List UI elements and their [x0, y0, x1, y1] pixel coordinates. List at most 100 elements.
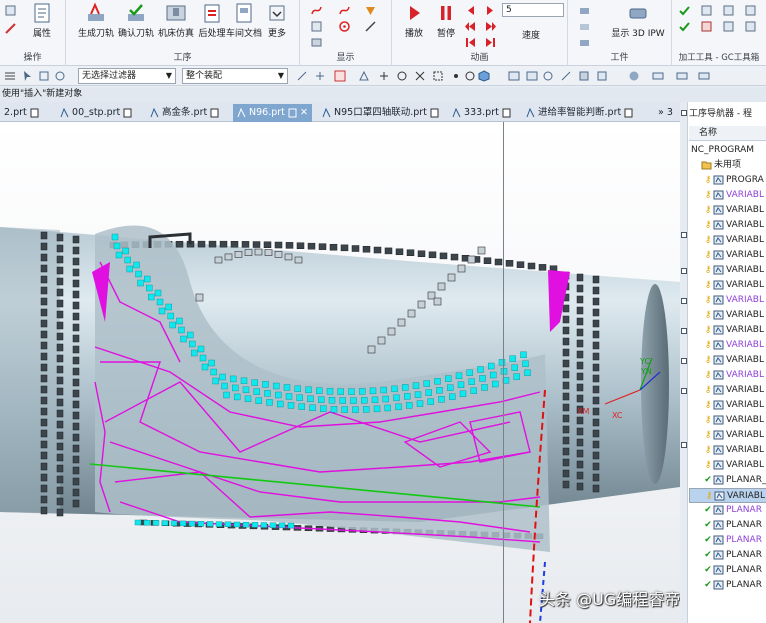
workpiece-icon[interactable]: [578, 4, 591, 17]
navigator-operation-row[interactable]: ⚷ VARIABL: [689, 383, 766, 398]
display-tool-icon[interactable]: [364, 4, 377, 17]
view-icon[interactable]: [508, 70, 520, 82]
render-icon[interactable]: [628, 70, 640, 82]
view-icon[interactable]: [542, 70, 554, 82]
generate-toolpath-button[interactable]: 生成刀轨: [76, 2, 116, 39]
side-tab-icon[interactable]: [681, 388, 687, 394]
workpiece-icon[interactable]: [578, 20, 591, 33]
step-back-icon[interactable]: [464, 4, 477, 17]
to-start-icon[interactable]: [464, 36, 477, 49]
small-tool-icon[interactable]: [4, 22, 17, 35]
snap-icon[interactable]: [296, 70, 308, 82]
navigator-operation-row[interactable]: ⚷ VARIABL: [689, 188, 766, 203]
gc-tool-icon[interactable]: [700, 4, 713, 17]
view-icon[interactable]: [526, 70, 538, 82]
more-button[interactable]: 更多: [262, 2, 292, 39]
navigator-operation-row[interactable]: ⚷ VARIABL: [689, 398, 766, 413]
properties-button[interactable]: 属性: [22, 2, 62, 39]
select-icon[interactable]: [54, 70, 66, 82]
machine-simulation-button[interactable]: 机床仿真: [156, 2, 196, 39]
view-icon[interactable]: [578, 70, 590, 82]
navigator-unused[interactable]: 未用项: [689, 158, 766, 173]
snap-icon[interactable]: [378, 70, 390, 82]
tab-file-active[interactable]: N96.prt ✕: [233, 104, 312, 122]
navigator-operation-row[interactable]: ⚷ VARIABL: [689, 353, 766, 368]
side-tab-icon[interactable]: [681, 268, 687, 274]
navigator-root[interactable]: NC_PROGRAM: [689, 143, 766, 158]
side-tab-icon[interactable]: [681, 110, 687, 116]
navigator-operation-row[interactable]: ⚷ VARIABL: [689, 458, 766, 473]
navigator-operation-row[interactable]: ⚷ VARIABL: [689, 293, 766, 308]
display-box-icon[interactable]: [310, 20, 323, 33]
navigator-operation-row[interactable]: ✔ PLANAR: [689, 578, 766, 593]
navigator-operation-row[interactable]: ⚷ VARIABL: [689, 443, 766, 458]
navigator-operation-row[interactable]: ⚷ VARIABL: [689, 203, 766, 218]
snap-icon[interactable]: [414, 70, 426, 82]
close-icon[interactable]: ✕: [300, 107, 308, 118]
navigator-operation-row[interactable]: ⚷ VARIABL: [689, 263, 766, 278]
side-tab-icon[interactable]: [681, 442, 687, 448]
navigator-operation-row[interactable]: ⚷ VARIABL: [689, 233, 766, 248]
gc-tool-icon[interactable]: [678, 20, 691, 33]
gc-tool-icon[interactable]: [744, 20, 757, 33]
snap-icon[interactable]: [464, 70, 476, 82]
side-tab-icon[interactable]: [681, 232, 687, 238]
tab-file[interactable]: 00_stp.prt: [56, 104, 136, 122]
rewind-icon[interactable]: [464, 20, 477, 33]
view-icon[interactable]: [596, 70, 608, 82]
navigator-operation-row[interactable]: ✔ PLANAR_: [689, 473, 766, 488]
navigator-operation-row[interactable]: ⚷ VARIABL: [689, 413, 766, 428]
menu-icon[interactable]: [4, 70, 16, 82]
navigator-operation-row[interactable]: ⚷ VARIABL: [689, 218, 766, 233]
side-tab-icon[interactable]: [681, 328, 687, 334]
tab-overflow[interactable]: » 3: [654, 104, 677, 122]
navigator-operation-row[interactable]: ⚷ VARIABL: [689, 428, 766, 443]
to-end-icon[interactable]: [484, 36, 497, 49]
navigator-operation-row[interactable]: ⚷ VARIABL: [689, 308, 766, 323]
navigator-operation-row[interactable]: ⚷ VARIABL: [689, 278, 766, 293]
cube-icon[interactable]: [478, 70, 490, 82]
tab-file[interactable]: 高金条.prt: [146, 104, 223, 122]
side-tab-icon[interactable]: [681, 298, 687, 304]
gc-tool-icon[interactable]: [744, 4, 757, 17]
gc-tool-icon[interactable]: [722, 4, 735, 17]
step-forward-icon[interactable]: [484, 4, 497, 17]
navigator-operation-row[interactable]: ✔ PLANAR: [689, 533, 766, 548]
navigator-operation-row[interactable]: ⚷ VARIABL: [689, 338, 766, 353]
snap-icon[interactable]: [432, 70, 444, 82]
shop-doc-button[interactable]: 车间文档: [224, 2, 264, 39]
display-curve-icon[interactable]: [338, 4, 351, 17]
snap-icon[interactable]: [334, 70, 346, 82]
select-icon[interactable]: [38, 70, 50, 82]
navigator-operation-row[interactable]: ⚷ PROGRA: [689, 173, 766, 188]
navigator-operation-row[interactable]: ⚷ VARIABL: [689, 488, 766, 503]
display-layer-icon[interactable]: [310, 36, 323, 49]
select-icon[interactable]: [22, 70, 34, 82]
gc-tool-icon[interactable]: [722, 20, 735, 33]
speed-input[interactable]: 5: [502, 3, 564, 17]
graphics-viewport[interactable]: YC YN XM XC 头条 @UG编程睿帝老师: [0, 122, 680, 623]
tab-file[interactable]: N95口罩四轴联动.prt: [318, 104, 443, 122]
side-tab-icon[interactable]: [681, 358, 687, 364]
snap-icon[interactable]: [314, 70, 326, 82]
display-target-icon[interactable]: [338, 20, 351, 33]
gc-check-icon[interactable]: [678, 4, 691, 17]
pause-button[interactable]: 暂停: [428, 2, 464, 39]
small-tool-icon[interactable]: [4, 4, 17, 17]
display-line-icon[interactable]: [364, 20, 377, 33]
navigator-operation-row[interactable]: ✔ PLANAR: [689, 503, 766, 518]
snap-icon[interactable]: [450, 70, 462, 82]
snap-icon[interactable]: [396, 70, 408, 82]
filter-select[interactable]: 无选择过滤器 ▼: [78, 68, 176, 84]
workpiece-icon[interactable]: [578, 36, 591, 49]
view-icon[interactable]: [560, 70, 572, 82]
navigator-operation-row[interactable]: ⚷ VARIABL: [689, 248, 766, 263]
navigator-operation-row[interactable]: ⚷ VARIABL: [689, 368, 766, 383]
fast-forward-icon[interactable]: [484, 20, 497, 33]
navigator-operation-row[interactable]: ⚷ VARIABL: [689, 323, 766, 338]
render-icon[interactable]: [652, 70, 664, 82]
navigator-operation-row[interactable]: ✔ PLANAR: [689, 563, 766, 578]
snap-icon[interactable]: [358, 70, 370, 82]
verify-toolpath-button[interactable]: 确认刀轨: [116, 2, 156, 39]
navigator-column-header[interactable]: 名称: [689, 126, 766, 141]
